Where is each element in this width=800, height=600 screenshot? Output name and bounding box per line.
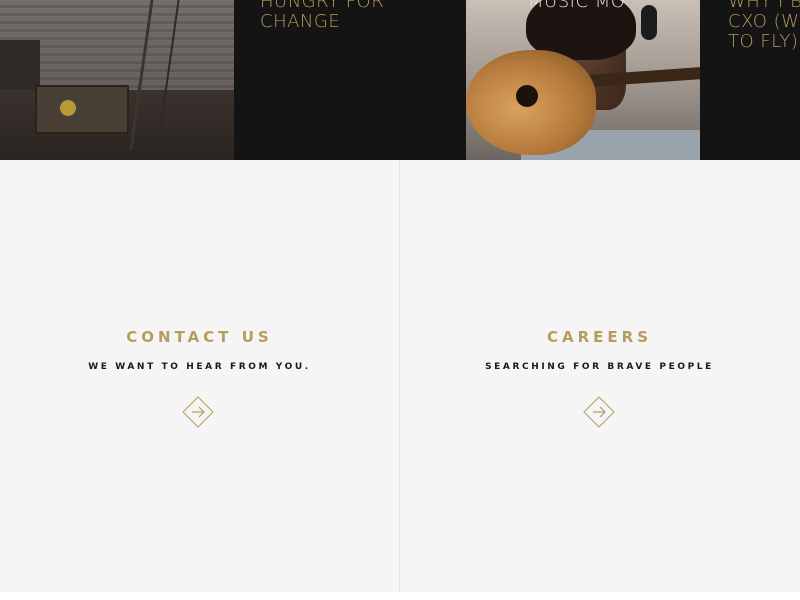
contact-card-title: CONTACT US <box>126 328 273 346</box>
careers-card[interactable]: CAREERS SEARCHING FOR BRAVE PEOPLE <box>400 160 799 592</box>
studio-photo <box>0 0 234 160</box>
contact-careers-section: CONTACT US WE WANT TO HEAR FROM YOU. CAR… <box>0 160 800 592</box>
careers-card-title: CAREERS <box>546 328 652 346</box>
story-title-hungry-for-change: HUNGRY FOR CHANGE <box>260 0 385 32</box>
story-tile-music[interactable]: MUSIC MO <box>466 0 700 160</box>
arrow-right-diamond-icon[interactable] <box>583 396 615 428</box>
story-tile-cxo[interactable]: WHY I BE CXO (WH TO FLY) <box>700 0 800 160</box>
guitarist-photo <box>466 0 700 160</box>
contact-card[interactable]: CONTACT US WE WANT TO HEAR FROM YOU. <box>0 160 399 592</box>
careers-card-subtitle: SEARCHING FOR BRAVE PEOPLE <box>485 362 714 372</box>
story-title-cxo: WHY I BE CXO (WH TO FLY) <box>728 0 800 52</box>
story-tile-studio[interactable] <box>0 0 234 160</box>
page-bottom-edge <box>0 592 800 600</box>
story-tile-hungry-for-change[interactable]: HUNGRY FOR CHANGE <box>234 0 466 160</box>
story-title-music: MUSIC MO <box>528 0 626 12</box>
featured-stories-strip: HUNGRY FOR CHANGE MUSIC MO WHY I BE CXO … <box>0 0 800 160</box>
arrow-right-diamond-icon[interactable] <box>182 396 214 428</box>
contact-card-subtitle: WE WANT TO HEAR FROM YOU. <box>88 362 311 372</box>
